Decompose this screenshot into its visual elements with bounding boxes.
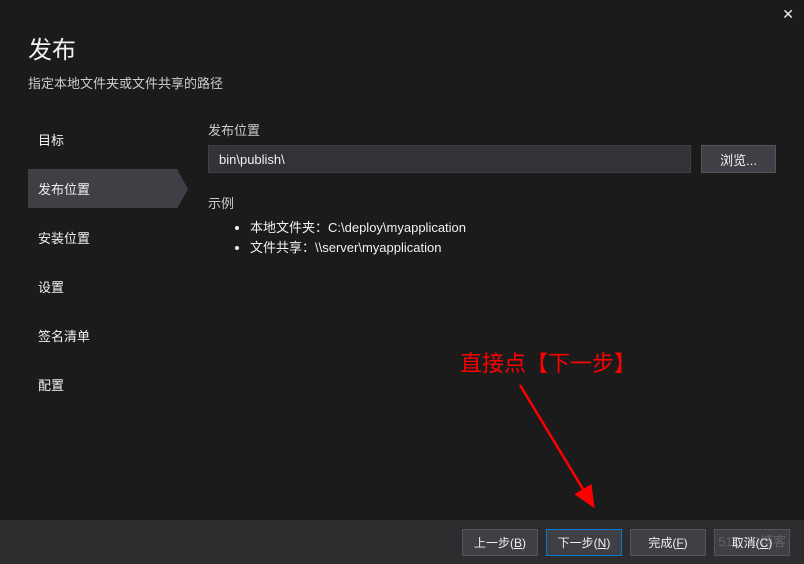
sidebar-item-signing-manifest[interactable]: 签名清单 (28, 316, 178, 355)
sidebar-item-label: 配置 (38, 378, 64, 393)
example-label: 示例 (208, 193, 776, 212)
finish-button[interactable]: 完成(F) (630, 529, 706, 556)
page-title: 发布 (28, 30, 776, 65)
sidebar-item-label: 设置 (38, 280, 64, 295)
sidebar-item-configuration[interactable]: 配置 (28, 365, 178, 404)
sidebar-item-label: 安装位置 (38, 231, 90, 246)
page-subtitle: 指定本地文件夹或文件共享的路径 (28, 73, 776, 92)
sidebar-item-label: 目标 (38, 133, 64, 148)
example-list: 本地文件夹：C:\deploy\myapplication 文件共享：\\ser… (208, 218, 776, 258)
dialog-header: 发布 指定本地文件夹或文件共享的路径 (0, 0, 804, 102)
sidebar: 目标 发布位置 安装位置 设置 签名清单 配置 (28, 120, 178, 500)
sidebar-item-label: 发布位置 (38, 182, 90, 197)
example-item: 文件共享：\\server\myapplication (250, 238, 776, 258)
publish-location-input[interactable] (208, 145, 691, 173)
sidebar-item-settings[interactable]: 设置 (28, 267, 178, 306)
publish-location-label: 发布位置 (208, 120, 776, 139)
sidebar-item-target[interactable]: 目标 (28, 120, 178, 159)
example-item: 本地文件夹：C:\deploy\myapplication (250, 218, 776, 238)
prev-button[interactable]: 上一步(B) (462, 529, 538, 556)
sidebar-item-publish-location[interactable]: 发布位置 (28, 169, 178, 208)
publish-dialog: ✕ 发布 指定本地文件夹或文件共享的路径 目标 发布位置 安装位置 设置 签名清… (0, 0, 804, 564)
next-button[interactable]: 下一步(N) (546, 529, 622, 556)
dialog-footer: 上一步(B) 下一步(N) 完成(F) 取消(C) (0, 520, 804, 564)
sidebar-item-label: 签名清单 (38, 329, 90, 344)
close-icon[interactable]: ✕ (782, 6, 794, 23)
content-area: 发布位置 浏览... 示例 本地文件夹：C:\deploy\myapplicat… (178, 120, 776, 500)
annotation-text: 直接点【下一步】 (460, 346, 636, 378)
browse-button[interactable]: 浏览... (701, 145, 776, 173)
sidebar-item-install-location[interactable]: 安装位置 (28, 218, 178, 257)
publish-location-row: 浏览... (208, 145, 776, 173)
dialog-body: 目标 发布位置 安装位置 设置 签名清单 配置 发布位置 浏览... (0, 120, 804, 500)
cancel-button[interactable]: 取消(C) (714, 529, 790, 556)
